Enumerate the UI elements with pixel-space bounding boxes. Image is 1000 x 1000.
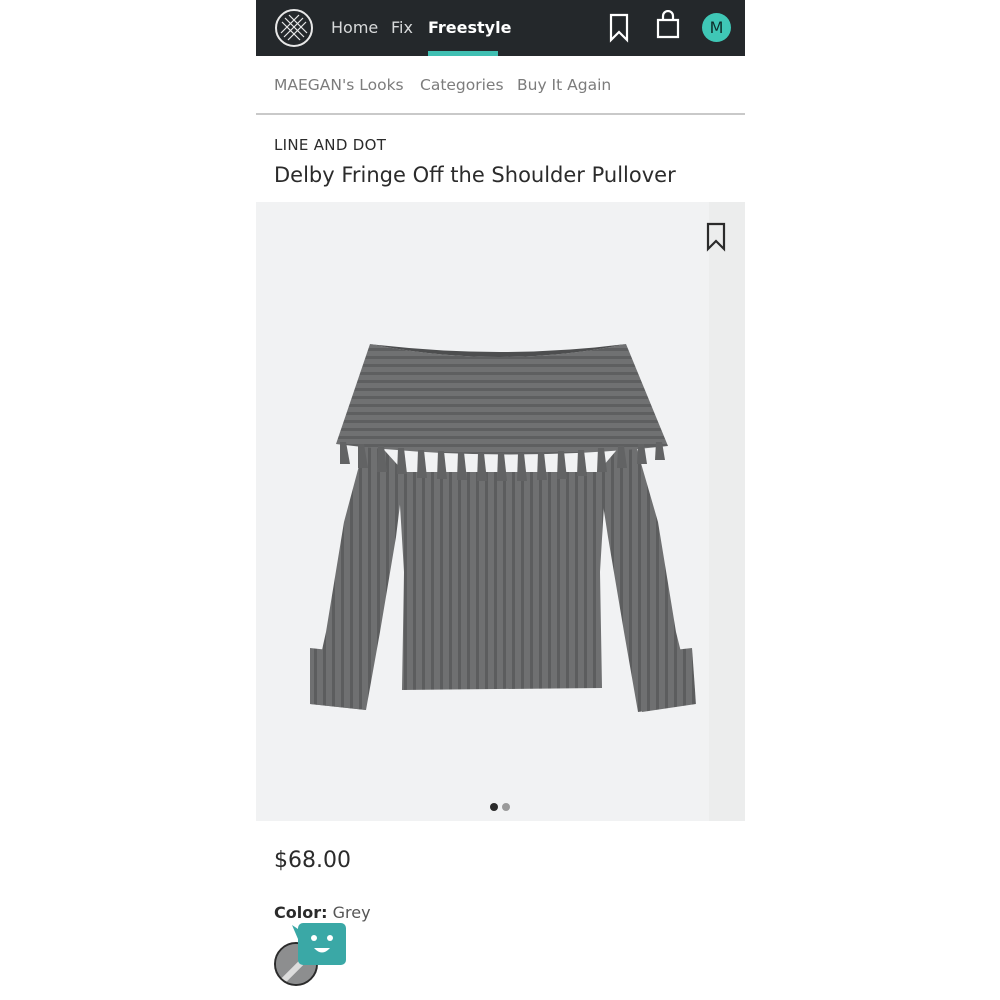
subnav-buy-it-again[interactable]: Buy It Again [517,76,611,94]
carousel-dot-active[interactable] [490,803,498,811]
nav-freestyle-link[interactable]: Freestyle [428,18,511,37]
avatar[interactable]: M [702,13,731,42]
product-brand[interactable]: LINE AND DOT [274,136,386,154]
nav-home-link[interactable]: Home [331,18,378,37]
carousel-pagination [490,798,514,816]
color-selection-label: Color: Grey [274,903,371,922]
stitchfix-logo-icon[interactable] [274,8,314,48]
color-label: Color: [274,903,328,922]
sweater-product-image [310,344,696,712]
nav-fix-link[interactable]: Fix [391,18,413,37]
carousel-dot[interactable] [502,803,510,811]
product-price: $68.00 [274,848,351,873]
image-edge-shade [709,202,745,821]
top-nav-bar: Home Fix Freestyle M [256,0,745,56]
color-value: Grey [332,903,371,922]
subnav-my-looks[interactable]: MAEGAN's Looks [274,76,404,94]
phone-screen: Home Fix Freestyle M MAEGAN's Looks Cate… [256,0,745,1000]
subnav-categories[interactable]: Categories [420,76,504,94]
chat-bot-icon[interactable] [292,921,348,969]
product-image-carousel[interactable] [256,202,745,821]
bookmark-icon[interactable] [705,222,727,252]
bookmark-icon[interactable] [608,13,630,43]
product-title: Delby Fringe Off the Shoulder Pullover [274,163,676,187]
shopping-bag-icon[interactable] [655,10,681,40]
sub-nav-bar: MAEGAN's Looks Categories Buy It Again [256,56,745,115]
